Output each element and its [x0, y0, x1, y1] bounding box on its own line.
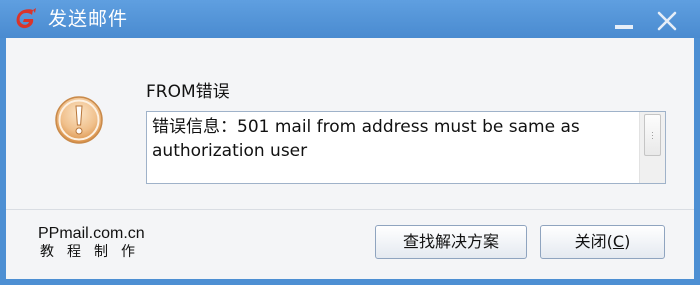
error-message-text: 错误信息：501 mail from address must be same …: [152, 117, 580, 161]
ppmail-logo-icon: [16, 8, 36, 29]
close-button-suffix: ): [624, 232, 631, 251]
window-title: 发送邮件: [48, 8, 129, 30]
message-scrollbar[interactable]: [639, 112, 665, 183]
watermark: PPmail.com.cn 教程制作: [38, 225, 148, 261]
error-heading: FROM错误: [146, 82, 230, 102]
minimize-icon: [615, 25, 633, 29]
scrollbar-thumb[interactable]: [644, 114, 661, 156]
close-icon[interactable]: [654, 8, 680, 34]
warning-exclamation-icon: [55, 96, 103, 144]
dialog-body: FROM错误 错误信息：501 mail from address must b…: [6, 38, 694, 279]
error-message-box[interactable]: 错误信息：501 mail from address must be same …: [146, 111, 666, 184]
divider: [6, 209, 694, 210]
watermark-credit: 教程制作: [40, 244, 148, 260]
find-solution-button[interactable]: 查找解决方案: [375, 225, 527, 259]
dialog-window: 发送邮件 FROM错误 错误信息：501 mail from address m…: [0, 0, 700, 285]
title-bar[interactable]: 发送邮件: [0, 0, 700, 38]
close-button-label: 关闭(: [574, 232, 613, 251]
minimize-button[interactable]: [610, 8, 638, 34]
close-button-shortcut: C: [612, 232, 625, 251]
scrollbar-grip-icon: [652, 132, 653, 139]
watermark-site: PPmail.com.cn: [38, 225, 145, 242]
close-dialog-button[interactable]: 关闭(C): [540, 225, 665, 259]
